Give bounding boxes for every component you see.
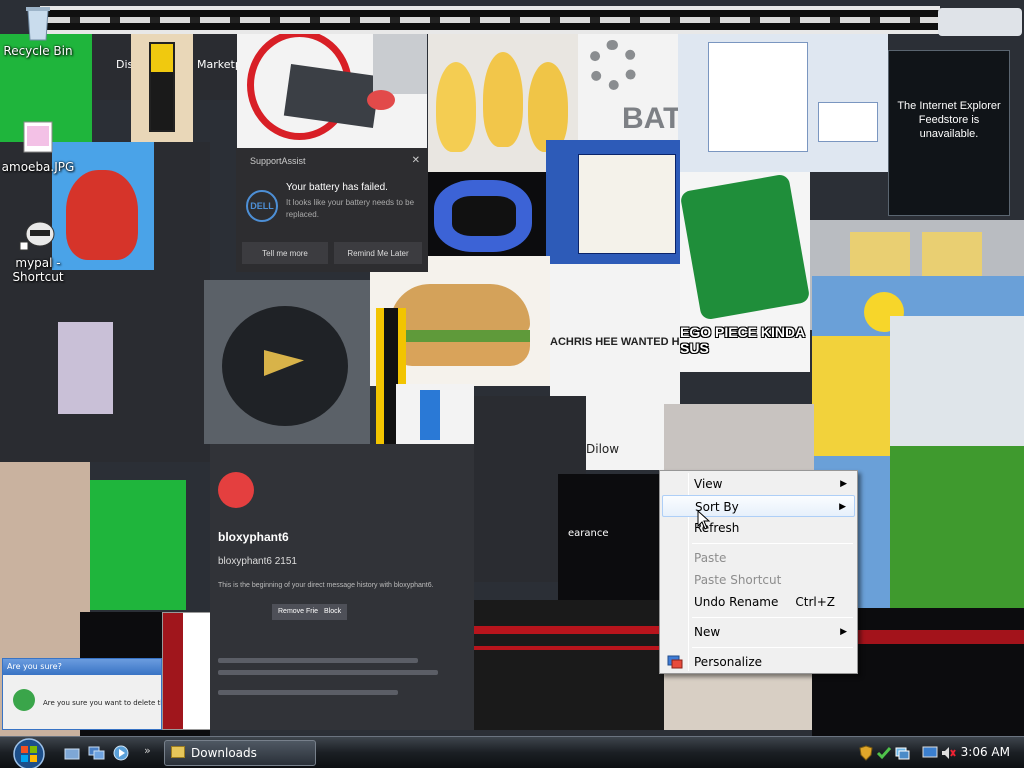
discord-tag: bloxyphant6 2151 — [218, 556, 297, 567]
desktop-collage: Disc Marketp BAT EGO PIECE KINDA SUS ACH… — [0, 0, 1024, 768]
taskbar-clock[interactable]: 3:06 AM — [961, 745, 1010, 759]
network-icon[interactable] — [894, 745, 910, 761]
menu-item-paste[interactable]: Paste — [662, 547, 855, 569]
browser-tab-strip — [938, 8, 1022, 36]
avatar-thumbnail-tile — [58, 322, 113, 414]
meme-photo-tile-2 — [90, 480, 186, 610]
gear-caption: BAT — [622, 102, 678, 135]
personalize-icon — [667, 655, 683, 669]
dell-logo-icon: DELL — [246, 190, 278, 222]
menu-item-label: View — [694, 477, 723, 491]
menu-item-personalize[interactable]: Personalize — [662, 651, 855, 673]
system-tray: 3:06 AM — [852, 737, 1024, 768]
icon-label: mypal - Shortcut — [12, 256, 64, 284]
robot-face-tile — [428, 172, 546, 258]
text-strip-tile: ACHRIS HEE WANTED HUR TO... — [550, 264, 680, 404]
xp-dialog-tile — [546, 140, 680, 264]
display-icon[interactable] — [922, 745, 938, 761]
submenu-arrow-icon: ▶ — [840, 479, 847, 489]
support-assist-toast: SupportAssist ✕ DELL Your battery has fa… — [236, 148, 428, 272]
menu-item-new[interactable]: New ▶ — [662, 621, 855, 643]
settings-text-tile: earance — [558, 474, 662, 614]
taskbar-button-label: Downloads — [191, 746, 257, 760]
switch-windows-icon[interactable] — [88, 745, 106, 761]
chevron-right-icon[interactable]: » — [144, 744, 151, 757]
lego-piece-tile: EGO PIECE KINDA SUS — [680, 172, 810, 372]
lego-caption: EGO PIECE KINDA SUS — [680, 324, 805, 356]
taskbar-button-downloads[interactable]: Downloads — [164, 740, 316, 766]
menu-item-sort-by[interactable]: Sort By ▶ — [662, 495, 855, 517]
menu-item-refresh[interactable]: Refresh — [662, 517, 855, 539]
document-tile — [396, 384, 474, 450]
block-button[interactable]: Block — [318, 604, 348, 620]
recycle-icon — [13, 689, 35, 711]
toast-message: It looks like your battery needs to be r… — [286, 198, 415, 219]
discord-profile-card: bloxyphant6 bloxyphant6 2151 This is the… — [210, 444, 474, 730]
menu-item-label: Paste Shortcut — [694, 573, 782, 587]
text-fragment: earance — [568, 528, 609, 539]
show-desktop-icon[interactable] — [64, 745, 82, 761]
gear-image-tile: BAT — [578, 32, 678, 142]
mouse-cursor-icon — [697, 510, 711, 530]
taskbar: » Downloads 3:06 AM — [0, 736, 1024, 768]
menu-item-shortcut: Ctrl+Z — [795, 595, 835, 609]
check-icon[interactable] — [876, 745, 892, 761]
menu-item-undo-rename[interactable]: Undo Rename Ctrl+Z — [662, 591, 855, 613]
recycle-bin-icon — [26, 7, 50, 41]
discord-logo-icon — [218, 472, 254, 508]
feedstore-notice: The Internet Explorer Feedstore is unava… — [888, 50, 1010, 216]
confirm-dialog: Are you sure? Are you sure you want to d… — [2, 658, 162, 730]
media-player-icon[interactable] — [112, 745, 130, 761]
folder-icon — [171, 746, 185, 758]
icon-label: Recycle Bin — [3, 44, 73, 58]
discord-intro: This is the beginning of your direct mes… — [218, 582, 434, 589]
text-fragment: Marketp — [197, 58, 242, 71]
menu-item-paste-shortcut[interactable]: Paste Shortcut — [662, 569, 855, 591]
battery-warning-tile — [237, 30, 427, 148]
remind-me-later-button[interactable]: Remind Me Later — [334, 242, 422, 264]
menu-item-view[interactable]: View ▶ — [662, 473, 855, 495]
menu-item-label: Personalize — [694, 655, 763, 669]
discord-username: bloxyphant6 — [218, 530, 289, 544]
red-lines-tile — [474, 600, 664, 730]
tell-me-more-button[interactable]: Tell me more — [242, 242, 328, 264]
windows-orb-icon[interactable] — [8, 737, 50, 768]
menu-item-label: Paste — [694, 551, 727, 565]
submenu-arrow-icon: ▶ — [840, 627, 847, 637]
button-fragment-tile: Dilow — [586, 404, 666, 470]
toast-title: Your battery has failed. — [286, 182, 388, 193]
strip-caption: ACHRIS HEE WANTED HUR TO... — [550, 336, 680, 348]
close-icon[interactable]: ✕ — [412, 155, 420, 166]
volume-mute-icon[interactable] — [940, 745, 956, 761]
desktop-icon-amoeba[interactable]: amoeba.JPG — [0, 118, 76, 174]
desktop-icon-recycle-bin[interactable]: Recycle Bin — [0, 2, 76, 58]
toast-app-name: SupportAssist — [250, 156, 306, 166]
icon-label: amoeba.JPG — [1, 160, 75, 174]
security-shield-icon[interactable] — [858, 745, 874, 761]
webpage-tile: Marketp — [193, 30, 243, 100]
raccoon-app-icon — [19, 221, 55, 251]
menu-item-label: Undo Rename — [694, 595, 779, 609]
top-banner — [40, 6, 940, 34]
desktop-context-menu: View ▶ Sort By ▶ Refresh Paste Paste Sho… — [659, 470, 858, 674]
submenu-arrow-icon: ▶ — [839, 502, 846, 512]
control-panel-tile — [678, 32, 888, 172]
angry-bird-tile — [204, 280, 370, 444]
desktop-icon-mypal[interactable]: mypal - Shortcut — [0, 214, 76, 284]
dialog-title: Are you sure? — [3, 659, 161, 675]
image-file-icon — [23, 121, 53, 153]
menu-item-label: New — [694, 625, 721, 639]
text-fragment: Dilow — [586, 442, 620, 456]
dialog-message: Are you sure you want to delete these fi… — [43, 699, 161, 707]
